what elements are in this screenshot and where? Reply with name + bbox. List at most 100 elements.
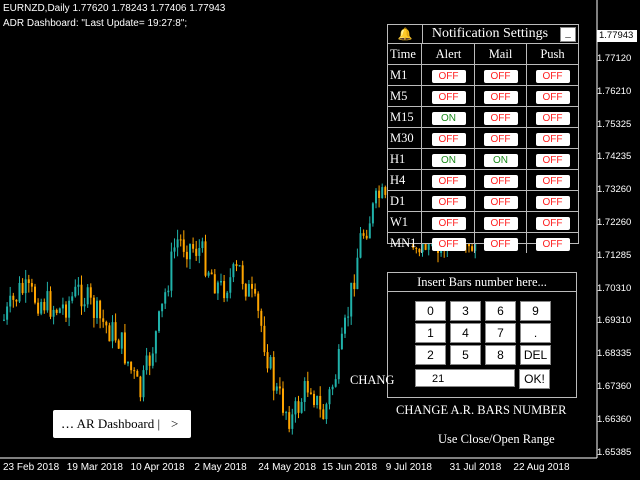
keypad-key[interactable]: 3 [450, 301, 481, 321]
timeframe-label: H1 [388, 149, 422, 169]
push-toggle-h1[interactable]: OFF [535, 154, 570, 167]
mail-toggle-w1[interactable]: OFF [483, 217, 518, 230]
alert-toggle-m1[interactable]: OFF [431, 70, 466, 83]
alert-toggle-m5[interactable]: OFF [431, 91, 466, 104]
keypad-key[interactable]: 4 [450, 323, 481, 343]
alert-toggle-h1[interactable]: ON [431, 154, 466, 167]
keypad-key[interactable]: 2 [415, 345, 446, 365]
push-toggle-m30[interactable]: OFF [535, 133, 570, 146]
candle-body [12, 295, 15, 300]
alert-toggle-m30[interactable]: OFF [431, 133, 466, 146]
candle-body [260, 310, 263, 326]
candle-body [340, 333, 343, 350]
keypad-key[interactable]: 8 [485, 345, 516, 365]
adr-last-update: ADR Dashboard: "Last Update= 19:27:8"; [3, 18, 188, 29]
keypad-key[interactable]: . [520, 323, 551, 343]
keypad-key[interactable]: 0 [415, 301, 446, 321]
mail-toggle-m5[interactable]: OFF [483, 91, 518, 104]
candle-body [151, 353, 154, 366]
change-bars-number-button[interactable]: CHANGE A.R. BARS NUMBER [396, 403, 567, 418]
mail-cell: OFF [475, 233, 527, 253]
chart-symbol-header: EURNZD,Daily 1.77620 1.78243 1.77406 1.7… [3, 3, 226, 14]
mail-toggle-d1[interactable]: OFF [483, 196, 518, 209]
keypad-key[interactable]: 9 [520, 301, 551, 321]
mail-toggle-m15[interactable]: OFF [483, 112, 518, 125]
keypad-key[interactable]: 5 [450, 345, 481, 365]
current-price-badge: 1.77943 [597, 30, 637, 42]
candle-body [99, 300, 102, 319]
candle-body [46, 291, 49, 311]
alert-toggle-d1[interactable]: OFF [431, 196, 466, 209]
alert-cell: OFF [423, 170, 475, 190]
push-cell: OFF [527, 107, 578, 127]
keypad-key[interactable]: DEL [520, 345, 551, 365]
chevron-right-icon: > [171, 416, 179, 431]
push-cell: OFF [527, 170, 578, 190]
candle-body [381, 187, 384, 199]
candle-body [37, 302, 40, 314]
minimize-button[interactable]: _ [560, 27, 576, 42]
candle-body [179, 239, 182, 241]
mail-toggle-h4[interactable]: OFF [483, 175, 518, 188]
candle-body [328, 389, 331, 405]
mail-cell: OFF [475, 170, 527, 190]
candle-body [368, 223, 371, 239]
keypad-key[interactable]: 7 [485, 323, 516, 343]
header-mail: Mail [475, 44, 527, 64]
alert-toggle-m15[interactable]: ON [431, 112, 466, 125]
candle-body [189, 244, 191, 260]
candle-body [334, 379, 337, 387]
alert-cell: OFF [423, 65, 475, 85]
price-tick-label: 1.76210 [597, 85, 632, 97]
candle-body [24, 279, 27, 294]
push-cell: OFF [527, 86, 578, 106]
use-close-open-range-button[interactable]: Use Close/Open Range [438, 432, 555, 447]
candle-body [34, 286, 36, 303]
candle-body [238, 265, 241, 267]
push-toggle-m15[interactable]: OFF [535, 112, 570, 125]
bars-number-input[interactable]: 21 [415, 369, 515, 387]
notification-row-m30: M30 OFF OFF OFF [388, 128, 578, 149]
date-tick-label: 10 Apr 2018 [130, 462, 185, 473]
alert-toggle-w1[interactable]: OFF [431, 217, 466, 230]
push-cell: OFF [527, 233, 578, 253]
notification-row-h1: H1 ON ON OFF [388, 149, 578, 170]
push-toggle-m1[interactable]: OFF [535, 70, 570, 83]
alert-toggle-mn1[interactable]: OFF [431, 238, 466, 251]
notification-row-m5: M5 OFF OFF OFF [388, 86, 578, 107]
ok-button[interactable]: OK! [519, 369, 550, 389]
mail-toggle-m30[interactable]: OFF [483, 133, 518, 146]
candle-body [244, 283, 247, 297]
push-toggle-d1[interactable]: OFF [535, 196, 570, 209]
push-cell: OFF [527, 212, 578, 232]
keypad-key[interactable]: 6 [485, 301, 516, 321]
timeframe-label: H4 [388, 170, 422, 190]
push-toggle-h4[interactable]: OFF [535, 175, 570, 188]
date-tick-label: 23 Feb 2018 [3, 462, 60, 473]
push-toggle-w1[interactable]: OFF [535, 217, 570, 230]
adr-dashboard-button[interactable]: ․․․ AR Dashboard | > [53, 410, 191, 438]
timeframe-label: M5 [388, 86, 422, 106]
candle-body [297, 401, 300, 413]
date-tick-label: 9 Jul 2018 [385, 462, 432, 473]
mail-toggle-h1[interactable]: ON [483, 154, 518, 167]
timeframe-label: W1 [388, 212, 422, 232]
mail-toggle-mn1[interactable]: OFF [483, 238, 518, 251]
timeframe-label: D1 [388, 191, 422, 211]
keypad-key[interactable]: 1 [415, 323, 446, 343]
candle-body [133, 370, 136, 372]
candle-body [77, 284, 80, 287]
candle-body [148, 355, 151, 366]
push-toggle-mn1[interactable]: OFF [535, 238, 570, 251]
mail-toggle-m1[interactable]: OFF [483, 70, 518, 83]
alert-toggle-h4[interactable]: OFF [431, 175, 466, 188]
mail-cell: OFF [475, 86, 527, 106]
push-toggle-m5[interactable]: OFF [535, 91, 570, 104]
candle-body [142, 370, 145, 398]
candle-body [117, 340, 120, 349]
mail-cell: OFF [475, 65, 527, 85]
candle-body [272, 357, 275, 391]
candle-body [226, 292, 229, 299]
candle-body [322, 409, 325, 420]
candle-body [52, 309, 55, 317]
